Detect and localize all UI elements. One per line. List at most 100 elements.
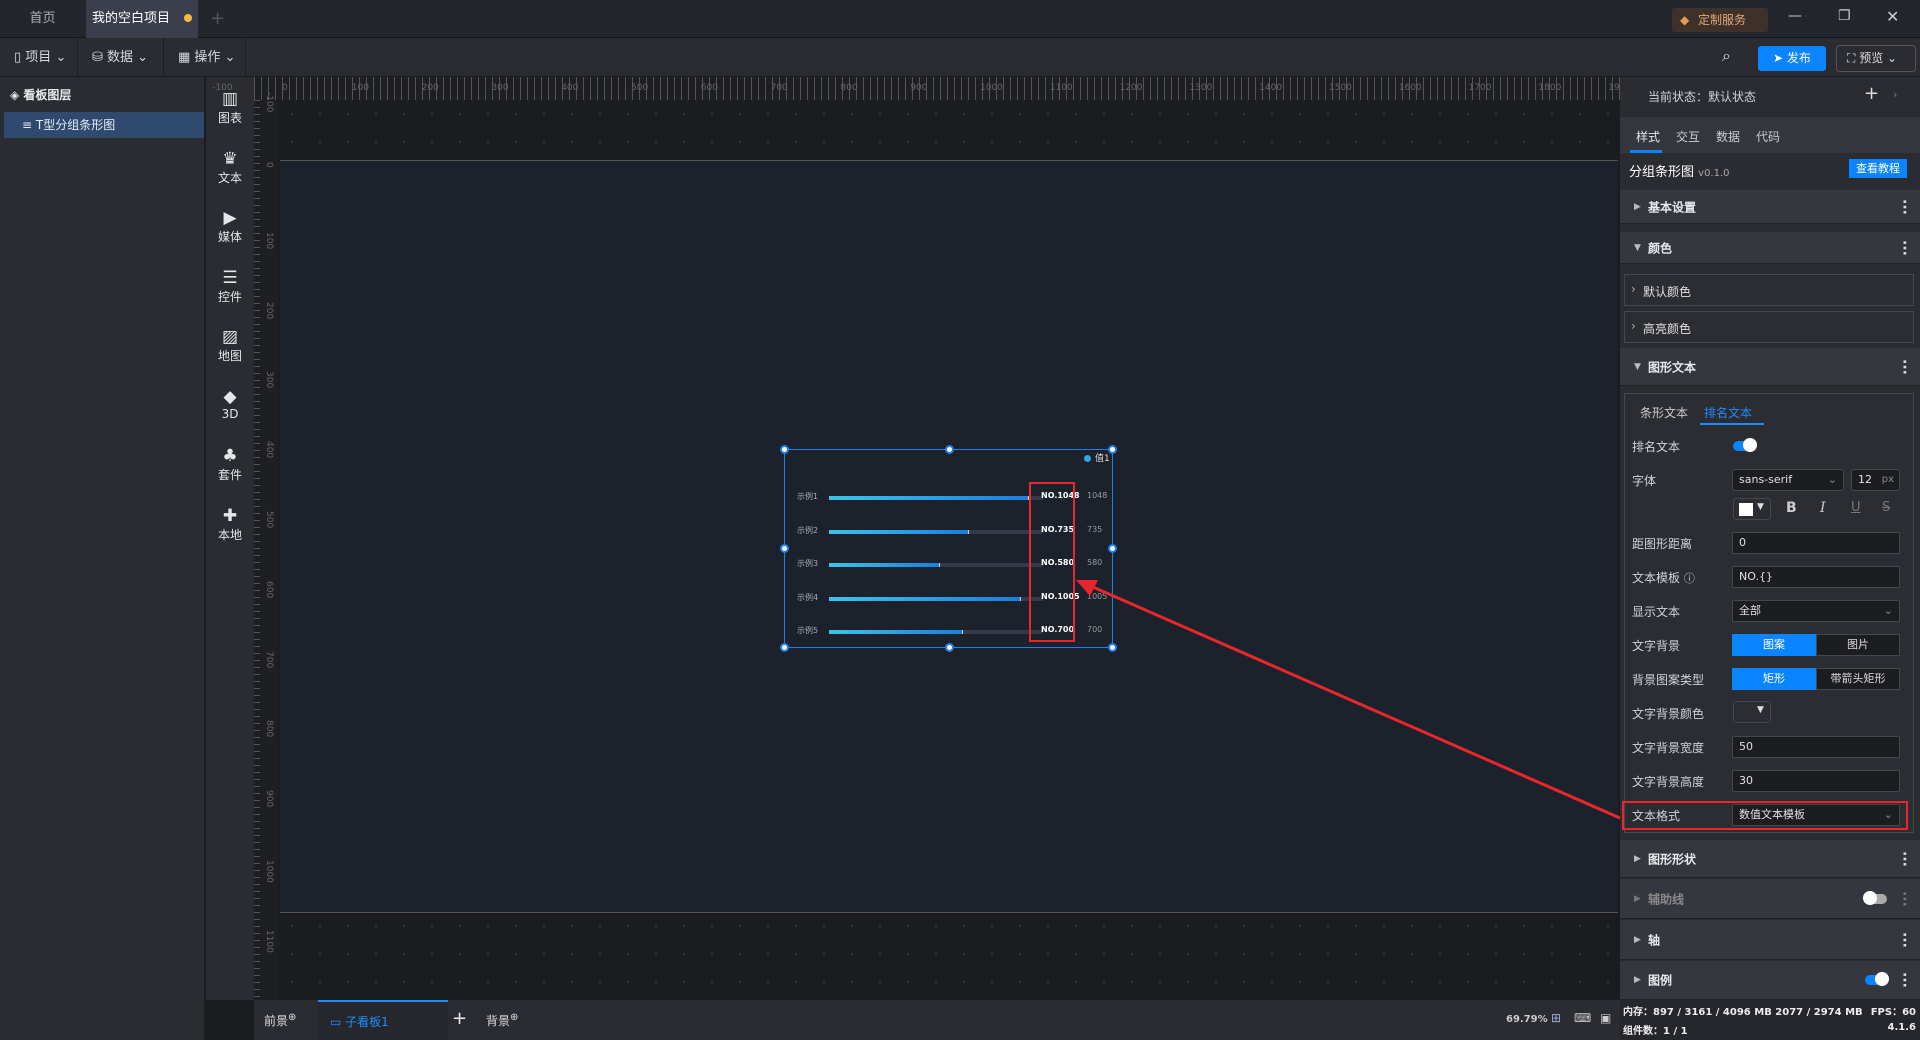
show-text-value: 全部: [1739, 604, 1761, 617]
arrow-line: [1085, 582, 1621, 820]
add-board-icon[interactable]: +: [452, 1008, 467, 1029]
section-color[interactable]: ▼ 颜色 ···: [1620, 232, 1920, 264]
subboard-label: 子看板1: [345, 1015, 389, 1029]
section-shape[interactable]: ▶ 图形形状 ···: [1620, 840, 1920, 878]
zoom-level[interactable]: 69.79%: [1506, 1014, 1548, 1025]
panel-tabs: 样式 交互 数据 代码: [1620, 117, 1920, 153]
app-version: 4.1.6: [1887, 1022, 1916, 1033]
subboard-tab[interactable]: ▭ 子看板1: [318, 1000, 448, 1040]
caret-right-icon: ▶: [1634, 893, 1641, 904]
subtab-rank-text[interactable]: 排名文本: [1704, 404, 1752, 421]
help-icon[interactable]: ⓘ: [1684, 572, 1695, 585]
text-bg-label: 文字背景: [1632, 639, 1681, 653]
tab-data[interactable]: 数据: [1716, 128, 1740, 145]
more-icon[interactable]: ···: [1896, 359, 1912, 375]
section-title: 图例: [1648, 973, 1673, 988]
keyboard-icon[interactable]: ⌨: [1574, 1011, 1591, 1025]
add-state-icon[interactable]: +: [1864, 83, 1879, 104]
subsection-title: 默认颜色: [1643, 285, 1692, 299]
caret-right-icon: ▶: [1634, 934, 1641, 945]
add-circle-icon[interactable]: ⊕: [510, 1012, 518, 1023]
legend-toggle[interactable]: [1865, 972, 1889, 986]
bg-height-label: 文字背景高度: [1632, 775, 1705, 789]
chevron-right-icon: ›: [1631, 282, 1636, 296]
foreground-label: 前景: [264, 1014, 289, 1028]
rank-text-toggle[interactable]: [1733, 438, 1757, 452]
tab-indicator: [1630, 150, 1662, 153]
bg-width-label: 文字背景宽度: [1632, 741, 1705, 755]
font-select[interactable]: sans-serif ⌄: [1732, 469, 1844, 491]
text-bg-pattern[interactable]: 图案: [1732, 634, 1816, 656]
more-icon[interactable]: ···: [1896, 240, 1912, 256]
subtab-bar-text[interactable]: 条形文本: [1640, 404, 1688, 421]
template-label: 文本模板 ⓘ: [1632, 569, 1695, 586]
chevron-right-icon: ›: [1631, 319, 1636, 333]
bg-type-arrow-rect[interactable]: 带箭头矩形: [1816, 668, 1900, 690]
caret-down-icon: ▼: [1634, 242, 1641, 253]
section-legend[interactable]: ▶ 图例 ···: [1620, 961, 1920, 1000]
section-title: 轴: [1648, 933, 1661, 947]
show-text-label: 显示文本: [1632, 605, 1681, 619]
font-label: 字体: [1632, 474, 1657, 488]
more-icon[interactable]: ···: [1896, 199, 1912, 215]
more-icon[interactable]: ···: [1896, 851, 1912, 867]
template-label-text: 文本模板: [1632, 571, 1681, 585]
version: v0.1.0: [1698, 168, 1730, 179]
caret-right-icon: ▶: [1634, 201, 1641, 212]
board-tabs-bar: 前景⊕ ▭ 子看板1 + 背景⊕ 69.79% ⊞ ⌨ ▣: [254, 1000, 1620, 1040]
more-icon[interactable]: ···: [1896, 891, 1912, 907]
subsection-highlight-color[interactable]: › 高亮颜色: [1624, 311, 1914, 343]
show-text-select[interactable]: 全部 ⌄: [1732, 600, 1900, 622]
color-swatch: [1739, 503, 1753, 516]
bg-height-input[interactable]: 30: [1732, 770, 1900, 792]
italic-icon[interactable]: I: [1820, 500, 1826, 516]
bg-color-label: 文字背景颜色: [1632, 707, 1705, 721]
caret-right-icon: ▶: [1634, 853, 1641, 864]
tab-style[interactable]: 样式: [1636, 128, 1660, 145]
tab-interact[interactable]: 交互: [1676, 128, 1700, 145]
background-tab[interactable]: 背景⊕: [486, 1012, 518, 1029]
bg-width-input[interactable]: 50: [1732, 736, 1900, 758]
section-title: 图形文本: [1648, 360, 1697, 374]
component-name: 分组条形图 v0.1.0: [1629, 161, 1730, 180]
more-icon[interactable]: ···: [1896, 972, 1912, 988]
tutorial-button[interactable]: 查看教程: [1849, 159, 1907, 178]
strikethrough-icon[interactable]: S: [1882, 500, 1890, 515]
bold-icon[interactable]: B: [1786, 500, 1797, 516]
font-color-picker[interactable]: ▼: [1733, 498, 1771, 520]
guide-toggle[interactable]: [1863, 891, 1887, 905]
section-basic[interactable]: ▶ 基本设置 ···: [1620, 190, 1920, 224]
distance-label: 距图形距离: [1632, 537, 1693, 551]
component-count: 组件数：1 / 1: [1623, 1026, 1688, 1037]
distance-input[interactable]: 0: [1732, 532, 1900, 554]
section-guide[interactable]: ▶ 辅助线 ···: [1620, 879, 1920, 919]
current-state: 当前状态：默认状态: [1648, 90, 1757, 104]
subtab-indicator: [1700, 423, 1764, 425]
more-icon[interactable]: ···: [1896, 932, 1912, 948]
caret-down-icon: ▼: [1757, 502, 1764, 512]
status-bar: 内存：897 / 3161 / 4096 MB 2077 / 2974 MB F…: [1620, 1000, 1920, 1040]
font-size-value: 12: [1858, 473, 1872, 486]
bg-type-rect[interactable]: 矩形: [1732, 668, 1816, 690]
chevron-right-icon[interactable]: ›: [1893, 88, 1897, 101]
add-circle-icon[interactable]: ⊕: [288, 1012, 296, 1023]
terminal-icon[interactable]: ▣: [1600, 1011, 1611, 1025]
font-size-input[interactable]: 12 px: [1851, 469, 1900, 491]
font-value: sans-serif: [1739, 473, 1793, 486]
tab-code[interactable]: 代码: [1756, 128, 1780, 145]
text-bg-image[interactable]: 图片: [1816, 634, 1900, 656]
section-title: 图形形状: [1648, 852, 1697, 866]
subsection-default-color[interactable]: › 默认颜色: [1624, 274, 1914, 306]
section-shape-text[interactable]: ▼ 图形文本 ···: [1620, 348, 1920, 386]
bg-color-picker[interactable]: ▼: [1733, 701, 1771, 723]
foreground-tab[interactable]: 前景⊕: [264, 1012, 296, 1029]
chevron-down-icon: ⌄: [1883, 604, 1893, 617]
section-axis[interactable]: ▶ 轴 ···: [1620, 920, 1920, 960]
underline-icon[interactable]: U: [1851, 500, 1861, 515]
fit-screen-icon[interactable]: ⊞: [1551, 1011, 1561, 1025]
caret-down-icon: ▼: [1757, 705, 1764, 715]
template-input[interactable]: NO.{}: [1732, 566, 1900, 588]
monitor-icon: ▭: [330, 1015, 346, 1029]
subsection-title: 高亮颜色: [1643, 322, 1692, 336]
highlight-box-format: [1622, 801, 1908, 830]
